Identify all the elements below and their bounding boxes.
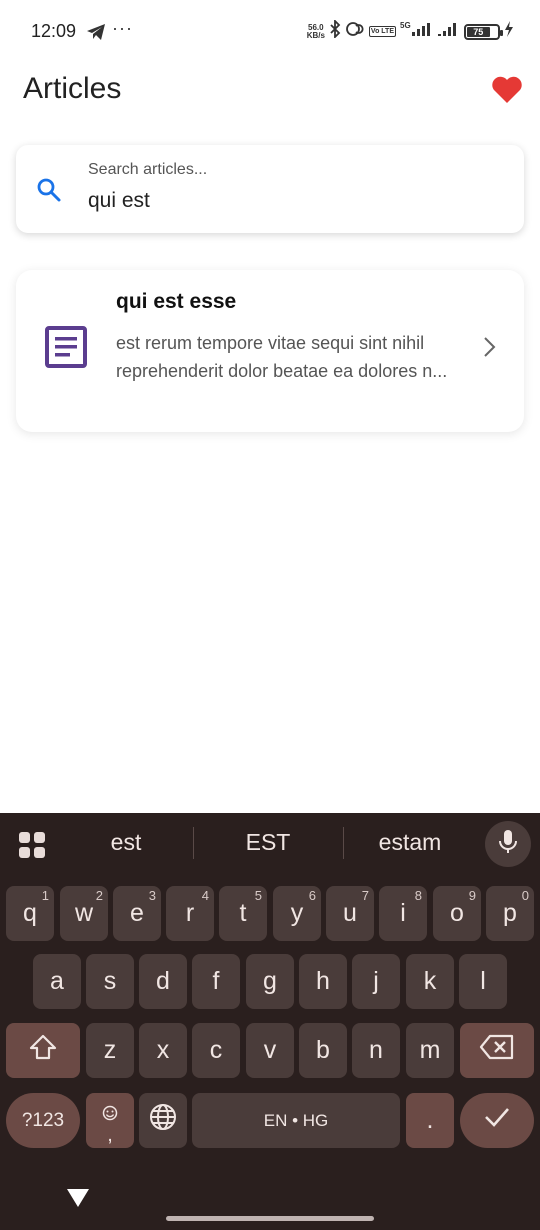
link-icon xyxy=(345,21,365,42)
signal-icon xyxy=(438,21,460,42)
key-y[interactable]: y6 xyxy=(273,886,321,941)
key-h[interactable]: h xyxy=(299,954,347,1009)
telegram-icon xyxy=(86,23,106,46)
article-icon xyxy=(44,325,88,374)
check-icon xyxy=(483,1106,511,1135)
space-key[interactable]: EN • HG xyxy=(192,1093,400,1148)
suggestion-bar: est EST estam xyxy=(0,813,540,875)
key-a[interactable]: a xyxy=(33,954,81,1009)
status-bar: 12:09 ··· 56.0 KB/s Vo LTE 5G 75 xyxy=(0,0,540,64)
key-n[interactable]: n xyxy=(352,1023,400,1078)
keyboard-hide-icon[interactable] xyxy=(66,1188,90,1213)
status-icons: 56.0 KB/s Vo LTE 5G 75 xyxy=(306,18,514,43)
suggestion-2[interactable]: EST xyxy=(193,829,343,856)
favorites-heart-icon[interactable] xyxy=(491,76,523,109)
key-r[interactable]: r4 xyxy=(166,886,214,941)
charging-icon xyxy=(504,21,514,42)
key-v[interactable]: v xyxy=(246,1023,294,1078)
search-label: Search articles... xyxy=(88,161,208,178)
emoji-comma-key[interactable]: , xyxy=(86,1093,134,1148)
key-i[interactable]: i8 xyxy=(379,886,427,941)
suggestion-1[interactable]: est xyxy=(51,829,201,856)
net-speed: 56.0 KB/s xyxy=(306,22,325,40)
key-l[interactable]: l xyxy=(459,954,507,1009)
enter-key[interactable] xyxy=(460,1093,534,1148)
key-f[interactable]: f xyxy=(192,954,240,1009)
article-excerpt: est rerum tempore vitae sequi sint nihil… xyxy=(116,333,448,381)
key-w[interactable]: w2 xyxy=(60,886,108,941)
volte-badge: Vo LTE xyxy=(368,26,396,37)
signal-5g-icon: 5G xyxy=(400,21,434,42)
globe-icon xyxy=(149,1103,177,1138)
bluetooth-icon xyxy=(329,18,341,43)
key-u[interactable]: u7 xyxy=(326,886,374,941)
mic-button[interactable] xyxy=(485,821,531,867)
key-c[interactable]: c xyxy=(192,1023,240,1078)
key-m[interactable]: m xyxy=(406,1023,454,1078)
shift-icon xyxy=(28,1033,58,1068)
apps-grid-icon[interactable] xyxy=(19,832,45,863)
search-input[interactable]: qui est xyxy=(88,189,150,213)
article-title: qui est esse xyxy=(116,290,237,313)
key-o[interactable]: o9 xyxy=(433,886,481,941)
suggestion-3[interactable]: estam xyxy=(335,829,485,856)
backspace-icon xyxy=(479,1034,515,1067)
key-x[interactable]: x xyxy=(139,1023,187,1078)
key-g[interactable]: g xyxy=(246,954,294,1009)
search-field[interactable]: Search articles... qui est xyxy=(16,145,524,233)
status-time: 12:09 xyxy=(31,21,77,41)
shift-key[interactable] xyxy=(6,1023,80,1078)
more-notifications-icon: ··· xyxy=(112,18,133,38)
key-j[interactable]: j xyxy=(352,954,400,1009)
soft-keyboard: est EST estam q1 w2 e3 r4 t5 y6 u7 i8 o9… xyxy=(0,813,540,1230)
mic-icon xyxy=(498,829,518,860)
key-b[interactable]: b xyxy=(299,1023,347,1078)
key-k[interactable]: k xyxy=(406,954,454,1009)
chevron-right-icon xyxy=(482,336,498,363)
key-q[interactable]: q1 xyxy=(6,886,54,941)
svg-text:5G: 5G xyxy=(400,21,411,30)
key-t[interactable]: t5 xyxy=(219,886,267,941)
search-icon xyxy=(36,177,62,208)
page-title: Articles xyxy=(23,72,122,105)
key-p[interactable]: p0 xyxy=(486,886,534,941)
key-s[interactable]: s xyxy=(86,954,134,1009)
key-e[interactable]: e3 xyxy=(113,886,161,941)
key-z[interactable]: z xyxy=(86,1023,134,1078)
language-key[interactable] xyxy=(139,1093,187,1148)
home-indicator[interactable] xyxy=(166,1216,374,1221)
battery-icon: 75 xyxy=(464,23,503,40)
key-d[interactable]: d xyxy=(139,954,187,1009)
backspace-key[interactable] xyxy=(460,1023,534,1078)
period-key[interactable]: . xyxy=(406,1093,454,1148)
symbols-key[interactable]: ?123 xyxy=(6,1093,80,1148)
article-list-item[interactable]: qui est esse est rerum tempore vitae seq… xyxy=(16,270,524,432)
